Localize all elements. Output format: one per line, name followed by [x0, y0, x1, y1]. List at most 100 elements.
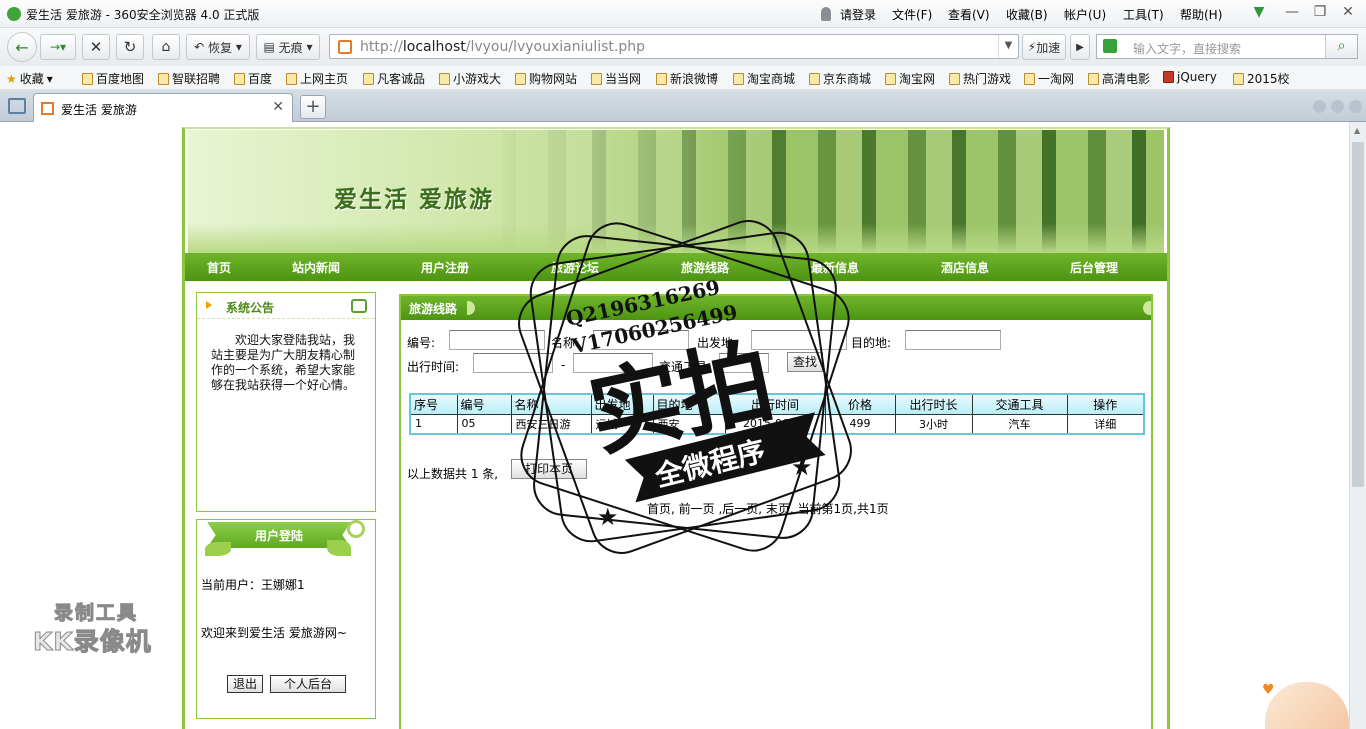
nav-home[interactable]: 首页	[207, 259, 231, 276]
bookmark-item[interactable]: 购物网站	[515, 70, 577, 87]
bookmark-item[interactable]: 热门游戏	[949, 70, 1011, 87]
home-button[interactable]: ⌂	[152, 34, 180, 60]
bookmark-label: 收藏	[19, 72, 44, 86]
nav-routes[interactable]: 旅游线路	[681, 259, 729, 276]
bookmark-icon	[1024, 72, 1035, 85]
pagination[interactable]: 首页, 前一页 ,后一页, 末页, 当前第1页,共1页	[647, 500, 889, 517]
address-url[interactable]: http://localhost/lvyou/lvyouxianiulist.p…	[360, 39, 645, 55]
restore-button[interactable]: ↶ 恢复 ▾	[186, 34, 250, 60]
bookmark-item[interactable]: 当当网	[591, 70, 641, 87]
transport-select[interactable]	[719, 353, 769, 373]
nav-register[interactable]: 用户注册	[421, 259, 469, 276]
search-engine-icon[interactable]	[1103, 39, 1117, 53]
current-user: 当前用户：王娜娜1	[201, 578, 305, 592]
tab-close-icon[interactable]: ✕	[272, 99, 284, 115]
routes-content: 旅游线路 编号: 名称: 出发地: 目的地: 出行时间: - 交通工具: 查找	[399, 294, 1153, 729]
site-container: 爱生活 爱旅游 首页 站内新闻 用户注册 旅游论坛 旅游线路 最新信息 酒店信息…	[182, 127, 1170, 729]
logout-button[interactable]: 退出	[227, 675, 263, 693]
sidebar-toggle-icon[interactable]	[8, 98, 26, 114]
bookmark-icon	[591, 72, 602, 85]
bookmarks-bar: ★ 收藏 ▾ 百度地图 智联招聘 百度 上网主页 凡客诚品 小游戏大 购物网站 当…	[0, 66, 1366, 90]
scrollbar-thumb[interactable]	[1352, 142, 1364, 487]
col-action: 操作	[1066, 393, 1145, 415]
bookmark-item[interactable]: 高清电影	[1088, 70, 1150, 87]
scroll-up-icon[interactable]: ▲	[1354, 126, 1360, 135]
bookmark-item[interactable]: 一淘网	[1024, 70, 1074, 87]
bookmark-icon	[1163, 71, 1174, 83]
skin-icon[interactable]: ▼	[1246, 4, 1272, 20]
maximize-button[interactable]: ❐	[1307, 4, 1333, 20]
bookmark-item[interactable]: jQuery	[1163, 70, 1217, 84]
bookmark-item[interactable]: 京东商城	[809, 70, 871, 87]
search-box[interactable]: 输入文字，直接搜索 ⌕	[1096, 34, 1358, 59]
table-row: 1 05 西安三日游 运城 西安 2015-06-14 499 3小时 汽车 详…	[409, 413, 1145, 435]
stop-button[interactable]: ✕	[82, 34, 110, 60]
address-dropdown-icon[interactable]: ▼	[998, 35, 1018, 58]
from-input[interactable]	[751, 330, 847, 350]
time-end-input[interactable]	[573, 353, 653, 373]
menu-tools[interactable]: 工具(T)	[1123, 6, 1164, 23]
url-prefix: http://	[360, 39, 403, 55]
bookmark-item[interactable]: 百度	[234, 70, 272, 87]
menu-account[interactable]: 帐户(U)	[1064, 6, 1106, 23]
bookmark-item[interactable]: 小游戏大	[439, 70, 501, 87]
tab-scroll-right-icon[interactable]	[1331, 100, 1344, 113]
bookmark-favorites[interactable]: ★ 收藏 ▾	[6, 70, 53, 87]
nav-latest[interactable]: 最新信息	[811, 259, 859, 276]
nav-hotels[interactable]: 酒店信息	[941, 259, 989, 276]
forward-button[interactable]: →▾	[40, 34, 76, 60]
search-icon[interactable]: ⌕	[1325, 35, 1357, 58]
cell-id: 05	[456, 413, 512, 435]
search-button[interactable]: 查找	[787, 352, 823, 372]
menu-favorites[interactable]: 收藏(B)	[1006, 6, 1048, 23]
refresh-button[interactable]: ↻	[116, 34, 144, 60]
login-panel: 用户登陆 当前用户：王娜娜1 欢迎来到爱生活 爱旅游网~ 退出 个人后台	[196, 519, 376, 719]
tab-current[interactable]: 爱生活 爱旅游 ✕	[33, 93, 293, 122]
notice-more-icon[interactable]	[351, 299, 367, 313]
menu-login[interactable]: 请登录	[840, 6, 876, 23]
bookmark-item[interactable]: 2015校	[1233, 70, 1290, 87]
accelerate-button[interactable]: ⚡ 加速	[1022, 34, 1066, 60]
minimize-button[interactable]: —	[1279, 4, 1305, 20]
new-tab-button[interactable]: +	[300, 95, 326, 119]
detail-link[interactable]: 详细	[1066, 413, 1145, 435]
bookmark-item[interactable]: 凡客诚品	[363, 70, 425, 87]
bookmark-item[interactable]: 智联招聘	[158, 70, 220, 87]
dest-input[interactable]	[905, 330, 1001, 350]
tab-scroll-left-icon[interactable]	[1313, 100, 1326, 113]
col-name: 名称	[510, 393, 592, 415]
bookmark-item[interactable]: 百度地图	[82, 70, 144, 87]
restore-label: 恢复	[208, 40, 233, 55]
tab-list-icon[interactable]	[1349, 100, 1362, 113]
menu-file[interactable]: 文件(F)	[892, 6, 932, 23]
bookmark-icon	[363, 72, 374, 85]
vertical-scrollbar[interactable]: ▲	[1349, 122, 1366, 729]
search-input[interactable]: 输入文字，直接搜索	[1133, 40, 1241, 57]
menu-view[interactable]: 查看(V)	[948, 6, 990, 23]
cell-index: 1	[409, 413, 458, 435]
bookmark-icon	[1088, 72, 1099, 85]
play-button[interactable]: ▶	[1070, 34, 1090, 60]
tab-favicon-icon	[41, 102, 54, 115]
close-button[interactable]: ✕	[1335, 4, 1361, 20]
user-backend-button[interactable]: 个人后台	[270, 675, 346, 693]
url-host: localhost	[402, 39, 466, 55]
address-bar[interactable]: http://localhost/lvyou/lvyouxianiulist.p…	[329, 34, 1019, 59]
bookmark-item[interactable]: 上网主页	[286, 70, 348, 87]
nav-admin[interactable]: 后台管理	[1070, 259, 1118, 276]
user-icon[interactable]	[821, 7, 831, 21]
id-input[interactable]	[449, 330, 545, 350]
menu-help[interactable]: 帮助(H)	[1180, 6, 1222, 23]
back-button[interactable]: ←	[7, 32, 37, 62]
nav-news[interactable]: 站内新闻	[292, 259, 340, 276]
nav-forum[interactable]: 旅游论坛	[551, 259, 599, 276]
bookmark-item[interactable]: 淘宝商城	[733, 70, 795, 87]
time-label: 出行时间:	[407, 360, 460, 374]
bookmark-item[interactable]: 新浪微博	[656, 70, 718, 87]
incognito-button[interactable]: ▤ 无痕 ▾	[256, 34, 320, 60]
name-input[interactable]	[593, 330, 689, 350]
time-start-input[interactable]	[473, 353, 553, 373]
bookmark-item[interactable]: 淘宝网	[885, 70, 935, 87]
print-button[interactable]: 打印本页	[511, 459, 587, 479]
bookmark-label: 凡客诚品	[377, 72, 426, 86]
